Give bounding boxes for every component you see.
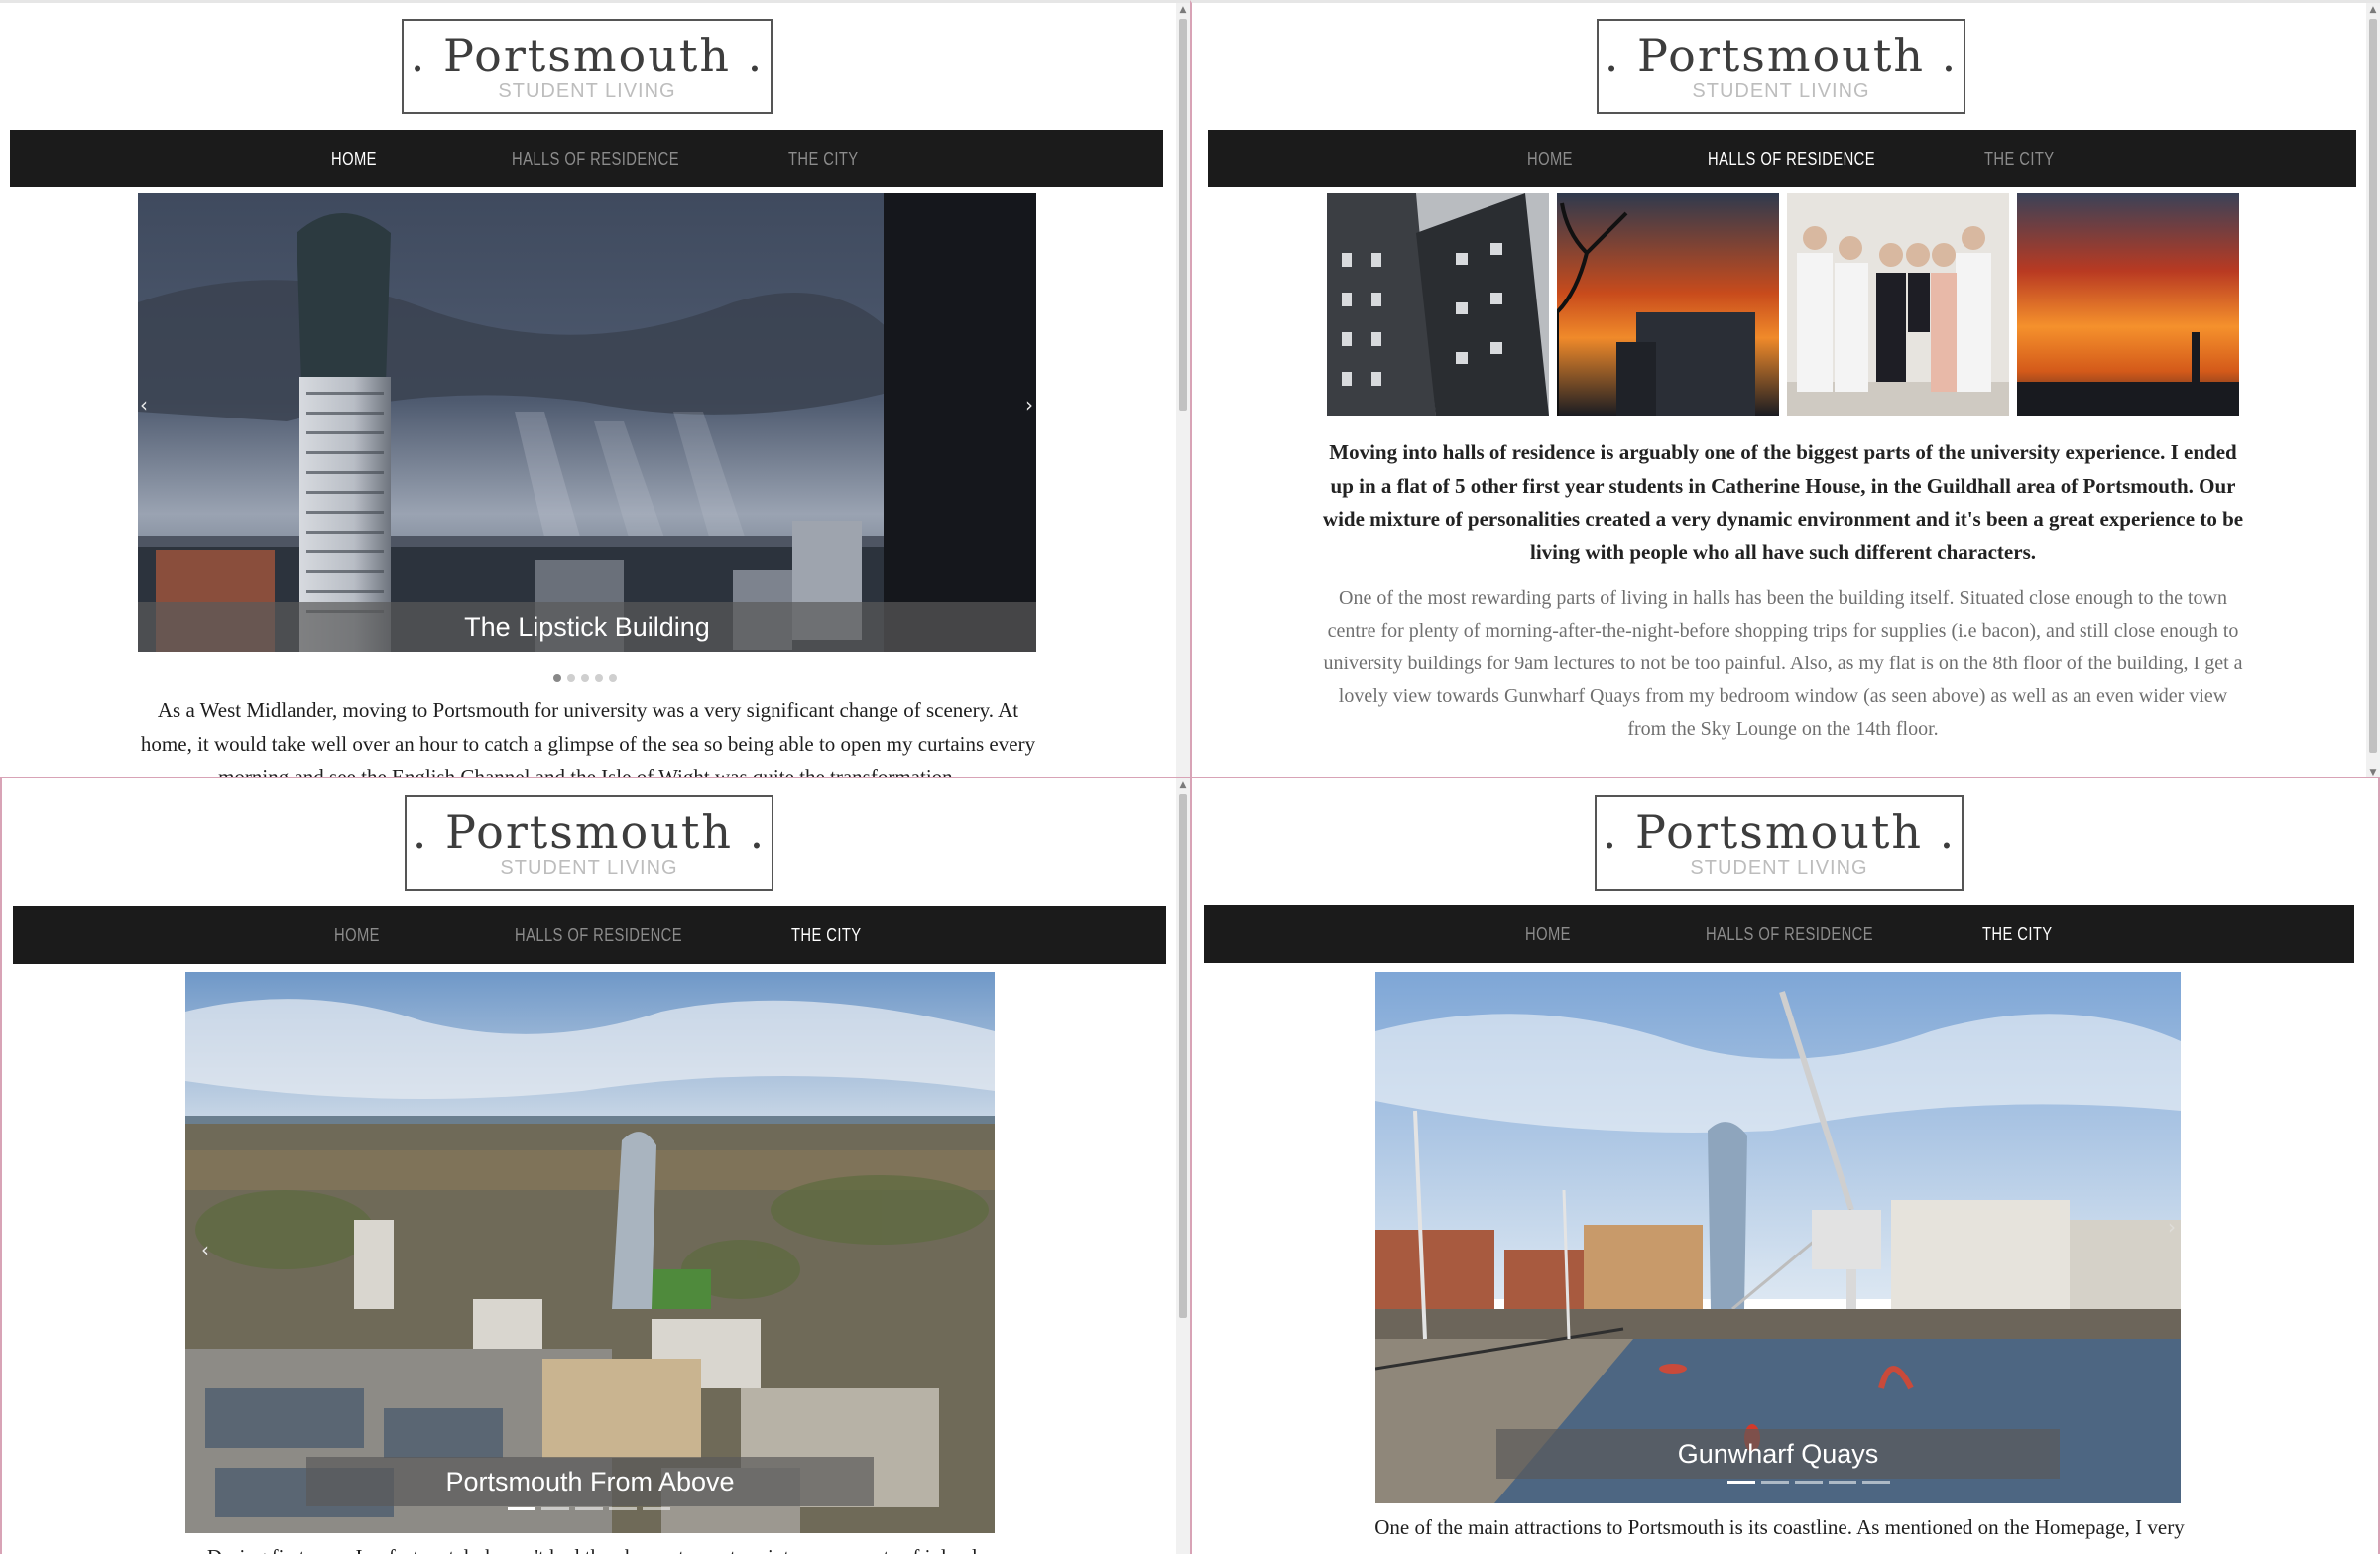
carousel-indicator[interactable] (1761, 1481, 1789, 1484)
carousel-prev-icon[interactable]: ‹ (201, 1238, 209, 1261)
carousel-dot[interactable] (609, 674, 617, 682)
sunset-photo (1557, 193, 1779, 416)
building-photo (1327, 193, 1549, 416)
gallery-image-sunset-building[interactable] (1557, 193, 1779, 416)
gallery-image-flatmates[interactable] (1787, 193, 2009, 416)
logo-title: . Portsmouth . (412, 805, 767, 859)
page-scrollbar[interactable]: ▲ ▼ (2366, 3, 2380, 777)
page-scrollbar[interactable]: ▲ (1176, 778, 1190, 1554)
carousel-image-gunwharf-quays (1375, 972, 2181, 1503)
scroll-up-icon[interactable]: ▲ (1176, 3, 1190, 17)
main-navbar: HOME HALLS OF RESIDENCE THE CITY (10, 130, 1163, 187)
carousel-indicators (1727, 1481, 1890, 1484)
nav-the-city[interactable]: THE CITY (791, 906, 862, 964)
carousel-dot[interactable] (595, 674, 603, 682)
nav-halls-of-residence[interactable]: HALLS OF RESIDENCE (515, 906, 682, 964)
site-logo[interactable]: . Portsmouth . STUDENT LIVING (402, 19, 773, 114)
nav-home[interactable]: HOME (334, 906, 380, 964)
logo-title: . Portsmouth . (1604, 29, 1959, 82)
logo-title: . Portsmouth . (1602, 805, 1957, 859)
nav-halls-of-residence[interactable]: HALLS OF RESIDENCE (1708, 130, 1875, 187)
site-logo[interactable]: . Portsmouth . STUDENT LIVING (1595, 795, 1964, 891)
carousel-indicator[interactable] (508, 1507, 536, 1510)
nav-halls-of-residence[interactable]: HALLS OF RESIDENCE (512, 130, 679, 187)
site-logo[interactable]: . Portsmouth . STUDENT LIVING (1597, 19, 1965, 114)
carousel-next-icon[interactable]: › (2168, 1215, 2176, 1239)
nav-home[interactable]: HOME (1525, 905, 1571, 963)
gunwharf-photo (1375, 972, 2181, 1503)
carousel-caption: Gunwharf Quays (1496, 1429, 2060, 1479)
city-intro-paragraph: During first year, I unfortunately haven… (131, 1541, 1053, 1554)
nav-halls-of-residence[interactable]: HALLS OF RESIDENCE (1706, 905, 1873, 963)
logo-subtitle: STUDENT LIVING (1690, 857, 1868, 879)
home-intro-paragraph: As a West Midlander, moving to Portsmout… (140, 698, 1036, 777)
scroll-thumb[interactable] (1179, 794, 1187, 1318)
nav-the-city[interactable]: THE CITY (1984, 130, 2055, 187)
carousel-indicator[interactable] (1862, 1481, 1890, 1484)
halls-body-paragraph: One of the most rewarding parts of livin… (1323, 587, 2243, 740)
carousel-caption: Portsmouth From Above (306, 1457, 874, 1506)
scroll-thumb[interactable] (1179, 19, 1187, 411)
carousel-indicator[interactable] (1727, 1481, 1755, 1484)
scroll-up-icon[interactable]: ▲ (2366, 3, 2380, 17)
gallery-image-building[interactable] (1327, 193, 1549, 416)
carousel-image-lipstick-building (138, 193, 1036, 652)
carousel-prev-icon[interactable]: ‹ (140, 393, 148, 417)
city-gunwharf-pane: . Portsmouth . STUDENT LIVING HOME HALLS… (1190, 777, 2380, 1554)
gallery-image-orange-sky[interactable] (2017, 193, 2239, 416)
carousel-image-portsmouth-from-above (185, 972, 995, 1533)
nav-the-city[interactable]: THE CITY (1982, 905, 2053, 963)
halls-page-pane: . Portsmouth . STUDENT LIVING HOME HALLS… (1190, 0, 2380, 777)
nav-the-city[interactable]: THE CITY (788, 130, 859, 187)
nav-home[interactable]: HOME (1527, 130, 1573, 187)
halls-intro-paragraph: Moving into halls of residence is arguab… (1322, 440, 2244, 564)
carousel-dot[interactable] (553, 674, 561, 682)
carousel-indicators (553, 674, 617, 682)
carousel-next-icon[interactable]: › (1025, 393, 1033, 417)
carousel-indicator[interactable] (609, 1507, 637, 1510)
aerial-city-photo (185, 972, 995, 1533)
logo-subtitle: STUDENT LIVING (500, 857, 678, 879)
main-navbar: HOME HALLS OF RESIDENCE THE CITY (1204, 905, 2354, 963)
carousel-dot[interactable] (567, 674, 575, 682)
page-scrollbar[interactable]: ▲ (1176, 3, 1190, 777)
main-navbar: HOME HALLS OF RESIDENCE THE CITY (13, 906, 1166, 964)
logo-title: . Portsmouth . (410, 29, 765, 82)
home-page-pane: . Portsmouth . STUDENT LIVING HOME HALLS… (0, 0, 1190, 777)
scroll-down-icon[interactable]: ▼ (2366, 766, 2380, 777)
lipstick-building-photo (138, 193, 1036, 652)
carousel-caption: The Lipstick Building (138, 602, 1036, 652)
carousel-indicator[interactable] (575, 1507, 603, 1510)
site-logo[interactable]: . Portsmouth . STUDENT LIVING (405, 795, 774, 891)
orange-sky-photo (2017, 193, 2239, 416)
flatmates-photo (1787, 193, 2009, 416)
logo-subtitle: STUDENT LIVING (1692, 80, 1870, 102)
carousel-indicator[interactable] (1829, 1481, 1856, 1484)
nav-home[interactable]: HOME (331, 130, 377, 187)
main-navbar: HOME HALLS OF RESIDENCE THE CITY (1208, 130, 2356, 187)
city-coastline-paragraph: One of the main attractions to Portsmout… (1374, 1515, 2185, 1539)
carousel-dot[interactable] (581, 674, 589, 682)
logo-subtitle: STUDENT LIVING (498, 80, 676, 102)
scroll-up-icon[interactable]: ▲ (1176, 778, 1190, 792)
carousel-indicator[interactable] (643, 1507, 670, 1510)
carousel-indicator[interactable] (541, 1507, 569, 1510)
carousel-indicators (508, 1507, 670, 1510)
scroll-thumb[interactable] (2369, 19, 2377, 753)
city-page-pane: . Portsmouth . STUDENT LIVING HOME HALLS… (0, 777, 1190, 1554)
carousel-indicator[interactable] (1795, 1481, 1823, 1484)
